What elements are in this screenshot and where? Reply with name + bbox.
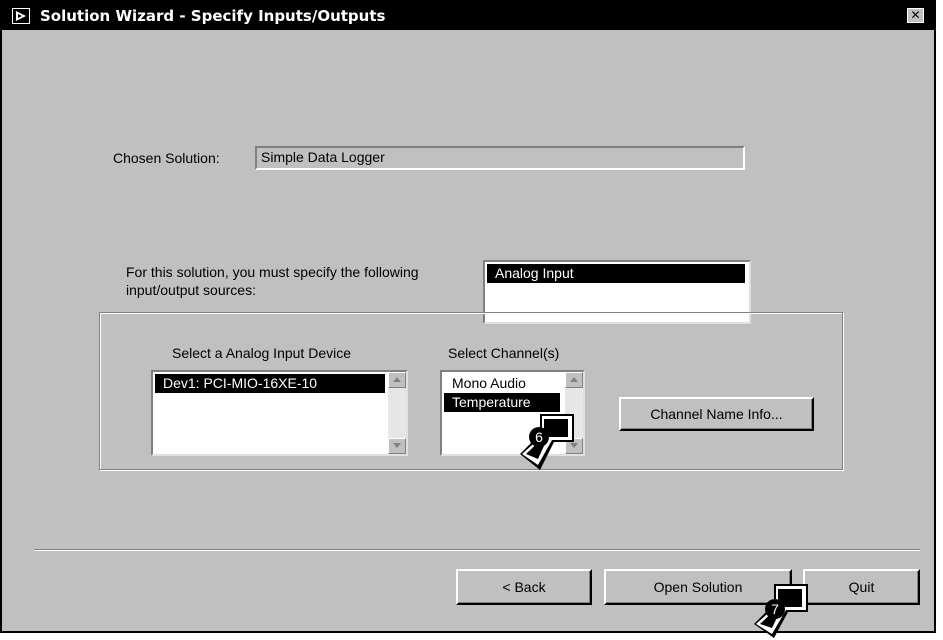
device-label: Select a Analog Input Device: [172, 345, 352, 361]
step-6-label: 6: [535, 429, 543, 445]
step-7-label: 7: [771, 601, 779, 617]
step-7-pointer-icon: 7: [754, 584, 808, 638]
scroll-up-icon[interactable]: [565, 372, 583, 388]
scroll-up-icon[interactable]: [388, 372, 406, 388]
title-bar: Solution Wizard - Specify Inputs/Outputs…: [2, 2, 934, 30]
chosen-solution-label: Chosen Solution:: [113, 150, 220, 166]
list-item[interactable]: Analog Input: [487, 264, 745, 283]
window-title: Solution Wizard - Specify Inputs/Outputs: [40, 7, 386, 25]
solution-wizard-window: Solution Wizard - Specify Inputs/Outputs…: [0, 0, 936, 633]
chosen-solution-field: Simple Data Logger: [255, 146, 745, 170]
io-sources-instructions-line2: input/output sources:: [126, 282, 256, 298]
close-icon[interactable]: ✕: [907, 8, 924, 23]
scroll-down-icon[interactable]: [388, 438, 406, 454]
step-6-pointer-icon: 6: [520, 414, 574, 470]
footer-divider: [34, 549, 920, 551]
channels-label: Select Channel(s): [448, 345, 560, 361]
chosen-solution-value: Simple Data Logger: [261, 149, 385, 165]
back-button[interactable]: < Back: [456, 569, 592, 605]
io-sources-instructions-line1: For this solution, you must specify the …: [126, 264, 419, 280]
channel-name-info-button[interactable]: Channel Name Info...: [619, 397, 814, 431]
io-sources-instructions: For this solution, you must specify the …: [126, 263, 419, 299]
list-item[interactable]: Dev1: PCI-MIO-16XE-10: [155, 374, 385, 393]
device-list-scrollbar[interactable]: [388, 372, 406, 454]
list-item[interactable]: Mono Audio: [444, 374, 560, 393]
wizard-body: Chosen Solution: Simple Data Logger For …: [12, 34, 922, 624]
device-list[interactable]: Dev1: PCI-MIO-16XE-10: [151, 370, 408, 456]
labview-app-icon: [12, 8, 30, 24]
quit-button[interactable]: Quit: [803, 569, 920, 605]
